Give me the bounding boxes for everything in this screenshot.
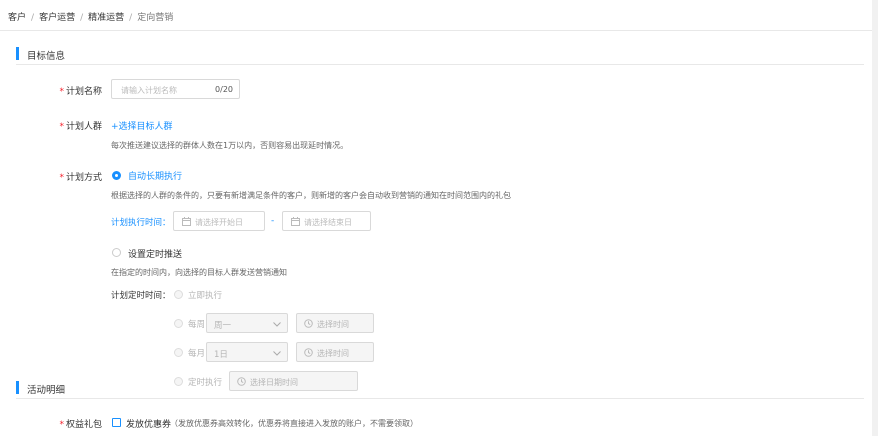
- long-term-description: 根据选择的人群的条件的，只要有新增满足条件的客户，则新增的客户会自动收到营销的通…: [111, 191, 511, 200]
- monthly-time-picker[interactable]: 选择时间: [296, 342, 374, 362]
- weekly-label: 每周: [188, 320, 206, 330]
- breadcrumb-item-customer-ops[interactable]: 客户运营: [39, 13, 75, 23]
- radio-monthly[interactable]: [174, 348, 183, 357]
- issue-coupon-checkbox[interactable]: [112, 418, 121, 427]
- benefit-package-label: * 权益礼包: [59, 420, 102, 430]
- section-header-target-info: 目标信息: [16, 46, 864, 65]
- header-divider: [0, 30, 872, 31]
- radio-weekly[interactable]: [174, 319, 183, 328]
- calendar-icon: [291, 217, 300, 226]
- radio-timed-push[interactable]: [112, 248, 121, 257]
- calendar-icon: [182, 217, 191, 226]
- immediate-label: 立即执行: [188, 291, 223, 301]
- month-day-select-value: 1日: [214, 350, 228, 360]
- section-accent-bar: [16, 381, 19, 394]
- weekday-select[interactable]: 周一: [206, 313, 288, 333]
- plan-name-input[interactable]: 请输入计划名称 0/20: [111, 79, 240, 99]
- issue-coupon-label[interactable]: 发放优惠券: [126, 417, 171, 430]
- start-date-picker[interactable]: 请选择开始日: [173, 211, 265, 231]
- plan-name-placeholder: 请输入计划名称: [121, 86, 177, 95]
- plan-crowd-hint: 每次推送建议选择的群体人数在1万以内，否则容易出现延时情况。: [111, 141, 349, 150]
- start-date-placeholder: 请选择开始日: [195, 218, 243, 227]
- section-accent-bar: [16, 47, 19, 60]
- date-range-dash: -: [271, 216, 275, 226]
- plan-crowd-label: * 计划人群: [59, 122, 102, 132]
- radio-immediate[interactable]: [174, 290, 183, 299]
- month-day-select[interactable]: 1日: [206, 342, 288, 362]
- exec-time-label: 计划执行时间：: [111, 218, 171, 228]
- plan-method-label: * 计划方式: [59, 173, 102, 183]
- option-timed-push-label[interactable]: 设置定时推送: [128, 247, 182, 260]
- option-long-term-label[interactable]: 自动长期执行: [128, 169, 182, 182]
- breadcrumb-separator: /: [80, 13, 84, 23]
- monthly-label: 每月: [188, 349, 206, 359]
- clock-icon: [304, 348, 313, 357]
- section-header-activity-details: 活动明细: [16, 380, 864, 399]
- breadcrumb-separator: /: [129, 13, 133, 23]
- section-title: 活动明细: [27, 385, 66, 396]
- breadcrumb-item-current: 定向营销: [137, 13, 174, 23]
- weekday-select-value: 周一: [214, 321, 232, 331]
- timed-time-label: 计划定时时间：: [111, 291, 171, 301]
- weekly-time-picker[interactable]: 选择时间: [296, 313, 374, 333]
- vertical-scrollbar[interactable]: [872, 0, 878, 436]
- end-date-placeholder: 请选择结束日: [304, 218, 352, 227]
- monthly-time-placeholder: 选择时间: [317, 349, 349, 358]
- issue-coupon-note: （发放优惠券高效转化，优惠券将直接进入发放的账户，不需要领取）: [170, 419, 418, 428]
- section-title: 目标信息: [27, 51, 66, 62]
- radio-long-term[interactable]: [112, 171, 121, 180]
- breadcrumb-separator: /: [31, 13, 35, 23]
- chevron-down-icon: [273, 351, 281, 356]
- breadcrumb-item-precise-ops[interactable]: 精准运营: [88, 13, 124, 23]
- clock-icon: [304, 319, 313, 328]
- weekly-time-placeholder: 选择时间: [317, 320, 349, 329]
- breadcrumb-item-customer[interactable]: 客户: [8, 13, 26, 23]
- chevron-down-icon: [273, 322, 281, 327]
- select-target-crowd-link[interactable]: +选择目标人群: [111, 119, 173, 132]
- plan-name-label: * 计划名称: [59, 87, 102, 97]
- timed-push-description: 在指定的时间内，向选择的目标人群发送营销通知: [111, 268, 287, 277]
- end-date-picker[interactable]: 请选择结束日: [282, 211, 371, 231]
- plan-name-char-count: 0/20: [215, 85, 233, 94]
- breadcrumb: 客户 / 客户运营 / 精准运营 / 定向营销: [8, 10, 173, 23]
